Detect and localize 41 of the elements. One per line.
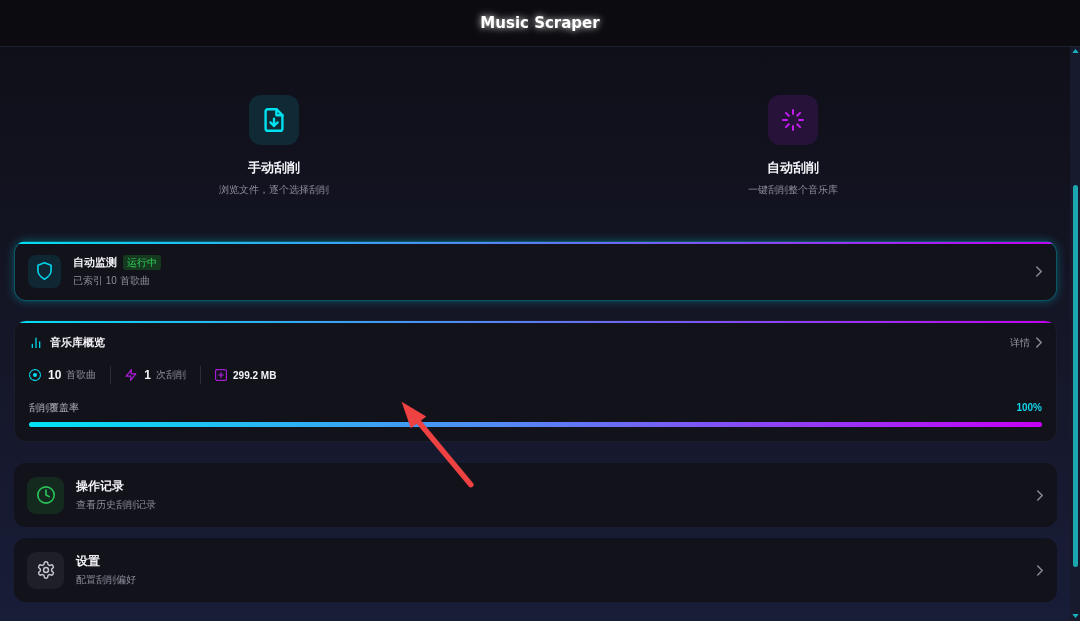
card-subtitle: 已索引 10 首歌曲 [73, 274, 150, 288]
chevron-right-icon [1037, 489, 1043, 501]
card-title: 设置 [76, 553, 100, 569]
disc-icon [29, 369, 41, 382]
bar-chart-icon [31, 337, 41, 349]
coverage-label: 刮削覆盖率 [29, 400, 79, 415]
monitor-card[interactable]: 自动监测 运行中 已索引 10 首歌曲 [14, 241, 1057, 301]
settings-icon [27, 551, 64, 589]
scrollbar[interactable] [1070, 47, 1080, 621]
scroll-up-icon[interactable] [1071, 49, 1079, 53]
card-title: 自动监测 [73, 255, 117, 270]
shield-icon [28, 254, 61, 288]
chevron-right-icon [1036, 265, 1042, 277]
chevron-right-icon [1036, 337, 1042, 349]
mode-title[interactable]: 手动刮削 [247, 159, 300, 177]
stat-unit: 首歌曲 [66, 368, 97, 383]
stat-unit: 次刮削 [156, 368, 187, 383]
card-title: 操作记录 [76, 478, 124, 494]
scroll-down-icon[interactable] [1071, 614, 1079, 618]
stat-value: 1 [144, 368, 152, 383]
scrollbar-thumb[interactable] [1072, 185, 1078, 567]
card-subtitle: 查看历史刮削记录 [76, 498, 156, 512]
stat-value: 299.2 MB [233, 369, 277, 381]
app-title: Music Scraper [480, 14, 600, 32]
plus-square-icon [215, 369, 228, 382]
coverage-reading: 100% [1016, 402, 1042, 414]
mode-title[interactable]: 自动刮削 [767, 159, 820, 177]
details-link[interactable]: 详情 [1010, 335, 1042, 350]
file-download-icon[interactable] [248, 95, 299, 145]
loader-icon[interactable] [768, 95, 819, 145]
lightning-icon [125, 369, 138, 382]
section-title: 音乐库概览 [50, 335, 105, 351]
stat-value: 10 [48, 368, 62, 383]
mode-subtitle: 一键刮削整个音乐库 [748, 183, 839, 197]
mode-subtitle: 浏览文件，逐个选择刮削 [218, 183, 329, 197]
chevron-right-icon [1037, 564, 1043, 576]
clock-icon [27, 476, 64, 514]
menu-card[interactable]: 操作记录 查看历史刮削记录 [14, 463, 1057, 527]
card-subtitle: 配置刮削偏好 [76, 573, 136, 587]
menu-card[interactable]: 设置 配置刮削偏好 [14, 538, 1057, 602]
status-badge: 运行中 [123, 254, 161, 270]
